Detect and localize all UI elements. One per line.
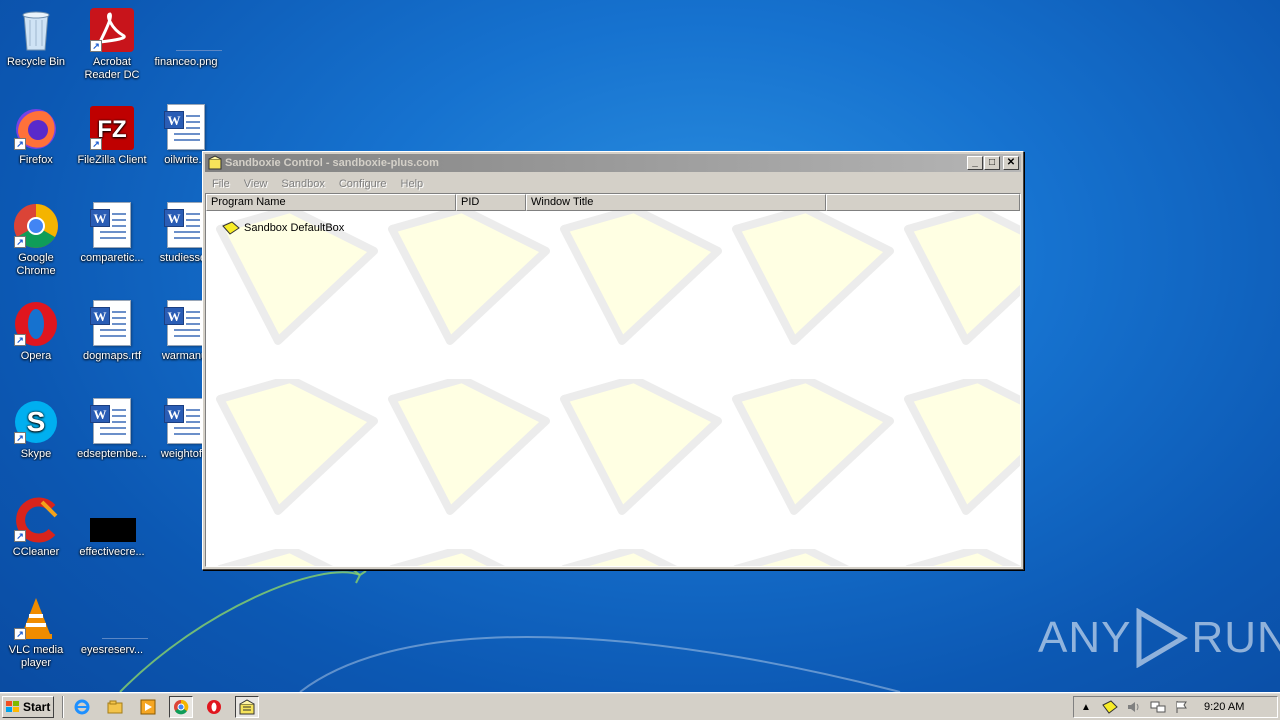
maximize-button[interactable]: □ [984,156,1000,170]
svg-text:S: S [27,406,46,437]
opera-taskbar-button[interactable] [202,696,226,718]
desktop-icon-ccleaner[interactable]: ↗ CCleaner [0,496,74,559]
desktop-icon-vlc[interactable]: ↗ VLC media player [0,594,74,670]
shortcut-arrow-icon: ↗ [14,236,26,248]
shortcut-arrow-icon: ↗ [14,628,26,640]
sandbox-background-pattern [206,211,1020,566]
sandbox-name: Sandbox DefaultBox [244,222,345,234]
watermark-right: RUN [1191,613,1280,662]
vlc-icon: ↗ [12,594,60,642]
skype-icon: S ↗ [12,398,60,446]
desktop-icon-eyesreserv[interactable]: eyesreserv... [74,594,150,657]
window-titlebar[interactable]: Sandboxie Control - sandboxie-plus.com _… [205,154,1021,172]
menu-bar: File View Sandbox Configure Help [205,174,1021,193]
menu-configure[interactable]: Configure [332,178,394,190]
desktop-icon-skype[interactable]: S ↗ Skype [0,398,74,461]
column-header-row: Program Name PID Window Title [206,194,1020,211]
sandboxie-tray-icon[interactable] [1102,699,1118,715]
explorer-button[interactable] [103,696,127,718]
network-icon[interactable] [1150,699,1166,715]
minimize-button[interactable]: _ [967,156,983,170]
desktop-icon-filezilla[interactable]: FZ ↗ FileZilla Client [74,104,150,167]
media-player-button[interactable] [136,696,160,718]
filezilla-icon: FZ ↗ [88,104,136,152]
menu-sandbox[interactable]: Sandbox [274,178,331,190]
start-label: Start [23,699,51,714]
ccleaner-icon: ↗ [12,496,60,544]
shortcut-arrow-icon: ↗ [90,138,102,150]
column-header-empty[interactable] [826,194,1020,211]
shortcut-arrow-icon: ↗ [90,40,102,52]
desktop-icon-firefox[interactable]: ↗ Firefox [0,104,74,167]
sandboxie-taskbar-button[interactable] [235,695,259,718]
desktop-icon-recycle-bin[interactable]: Recycle Bin [0,6,74,69]
action-center-flag-icon[interactable] [1174,699,1190,715]
shortcut-arrow-icon: ↗ [14,334,26,346]
desktop-icon-opera[interactable]: ↗ Opera [0,300,74,363]
black-file-icon [88,496,136,544]
window-title: Sandboxie Control - sandboxie-plus.com [225,157,439,169]
show-hidden-icons-button[interactable]: ▲ [1078,699,1094,715]
sandboxie-icon [239,698,255,714]
tree-row-sandbox[interactable]: Sandbox DefaultBox [222,220,344,236]
recycle-bin-icon [12,6,60,54]
media-player-icon [140,699,156,714]
chrome-icon: ↗ [12,202,60,250]
menu-help[interactable]: Help [394,178,431,190]
sandbox-icon [222,221,240,235]
menu-view[interactable]: View [237,178,275,190]
acrobat-icon: ↗ [88,6,136,54]
windows-flag-icon [6,700,19,712]
opera-icon: ↗ [12,300,60,348]
column-header-window-title[interactable]: Window Title [526,194,826,211]
start-button[interactable]: Start [2,695,54,718]
shortcut-arrow-icon: ↗ [14,432,26,444]
volume-icon[interactable] [1126,699,1142,715]
internet-explorer-icon [74,699,90,714]
menu-file[interactable]: File [205,178,237,190]
desktop-icon-acrobat[interactable]: ↗ Acrobat Reader DC [74,6,150,82]
chrome-icon [174,699,189,714]
desktop-icon-financeo[interactable]: financeo.png [148,6,224,69]
opera-icon [207,699,221,714]
desktop-icon-comparetic[interactable]: W comparetic... [74,202,150,265]
desktop-icon-chrome[interactable]: ↗ Google Chrome [0,202,74,278]
close-button[interactable]: ✕ [1003,156,1019,170]
desktop-icon-dogmaps[interactable]: W dogmaps.rtf [74,300,150,363]
column-header-program-name[interactable]: Program Name [206,194,456,211]
shortcut-arrow-icon: ↗ [14,530,26,542]
word-document-icon: W [162,104,210,152]
image-file-icon [162,6,222,54]
shortcut-arrow-icon: ↗ [14,138,26,150]
internet-explorer-button[interactable] [70,696,94,718]
explorer-icon [107,700,123,713]
firefox-icon: ↗ [12,104,60,152]
sandboxie-control-window[interactable]: Sandboxie Control - sandboxie-plus.com _… [202,151,1024,570]
play-logo-icon [1136,608,1189,668]
word-document-icon: W [88,398,136,446]
word-document-icon: W [88,300,136,348]
system-tray: ▲ 9:20 AM [1073,696,1278,718]
word-document-icon: W [88,202,136,250]
file-icon [88,594,148,642]
taskbar-clock[interactable]: 9:20 AM [1204,701,1244,713]
taskbar-separator [62,695,64,718]
watermark-left: ANY [1038,613,1132,662]
chrome-taskbar-button[interactable] [169,695,193,718]
desktop-icon-edseptembe[interactable]: W edseptembe... [74,398,150,461]
anyrun-watermark: ANY RUN [1038,608,1280,668]
sandboxie-app-icon [208,155,222,170]
taskbar: Start ▲ 9:20 AM [0,692,1280,720]
column-header-pid[interactable]: PID [456,194,526,211]
process-list[interactable]: Program Name PID Window Title Sandbox De… [205,193,1021,567]
desktop-icon-effectivecre[interactable]: effectivecre... [74,496,150,559]
